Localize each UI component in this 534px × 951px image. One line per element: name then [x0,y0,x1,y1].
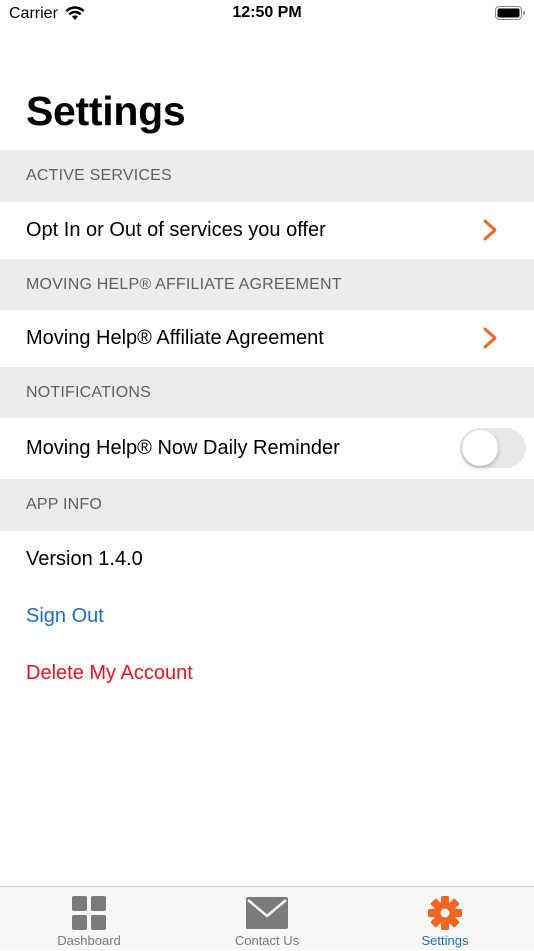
section-header-notifications: NOTIFICATIONS [0,367,534,418]
tab-contact-us[interactable]: Contact Us [178,887,356,951]
gear-icon [428,896,462,930]
tab-bar: Dashboard Contact Us Settings [0,886,534,950]
daily-reminder-label: Moving Help® Now Daily Reminder [26,437,340,459]
envelope-icon [246,897,288,929]
section-header-label: ACTIVE SERVICES [26,167,172,184]
version-label: Version 1.4.0 [26,548,143,570]
status-bar: Carrier 12:50 PM [0,0,534,30]
tab-label-settings: Settings [421,933,469,948]
affiliate-agreement-row[interactable]: Moving Help® Affiliate Agreement [0,310,534,367]
daily-reminder-toggle[interactable] [460,428,526,468]
tab-settings[interactable]: Settings [356,887,534,951]
battery-icon [495,6,526,20]
section-header-affiliate-agreement: MOVING HELP® AFFILIATE AGREEMENT [0,259,534,310]
daily-reminder-row: Moving Help® Now Daily Reminder [0,418,534,479]
delete-account-button[interactable]: Delete My Account [26,662,193,685]
section-header-label: NOTIFICATIONS [26,383,151,401]
sign-out-row: Sign Out [0,588,534,645]
section-header-app-info: APP INFO [0,479,534,531]
tab-label-contact-us: Contact Us [234,933,300,948]
section-header-label: MOVING HELP® AFFILIATE AGREEMENT [26,275,342,293]
chevron-right-icon [483,219,497,241]
page-title: Settings [26,88,186,134]
chevron-right-icon [483,327,497,349]
delete-account-row: Delete My Account [0,645,534,702]
opt-in-services-label: Opt In or Out of services you offer [26,219,326,241]
version-row: Version 1.4.0 [0,531,534,588]
tab-dashboard[interactable]: Dashboard [0,887,178,951]
sign-out-button[interactable]: Sign Out [26,605,104,628]
dashboard-grid-icon [72,896,106,930]
affiliate-agreement-label: Moving Help® Affiliate Agreement [26,327,324,349]
status-time: 12:50 PM [232,4,302,21]
section-header-active-services: ACTIVE SERVICES [0,150,534,202]
tab-label-dashboard: Dashboard [57,933,121,948]
opt-in-services-row[interactable]: Opt In or Out of services you offer [0,202,534,259]
toggle-knob [462,430,498,466]
section-header-label: APP INFO [26,496,102,513]
